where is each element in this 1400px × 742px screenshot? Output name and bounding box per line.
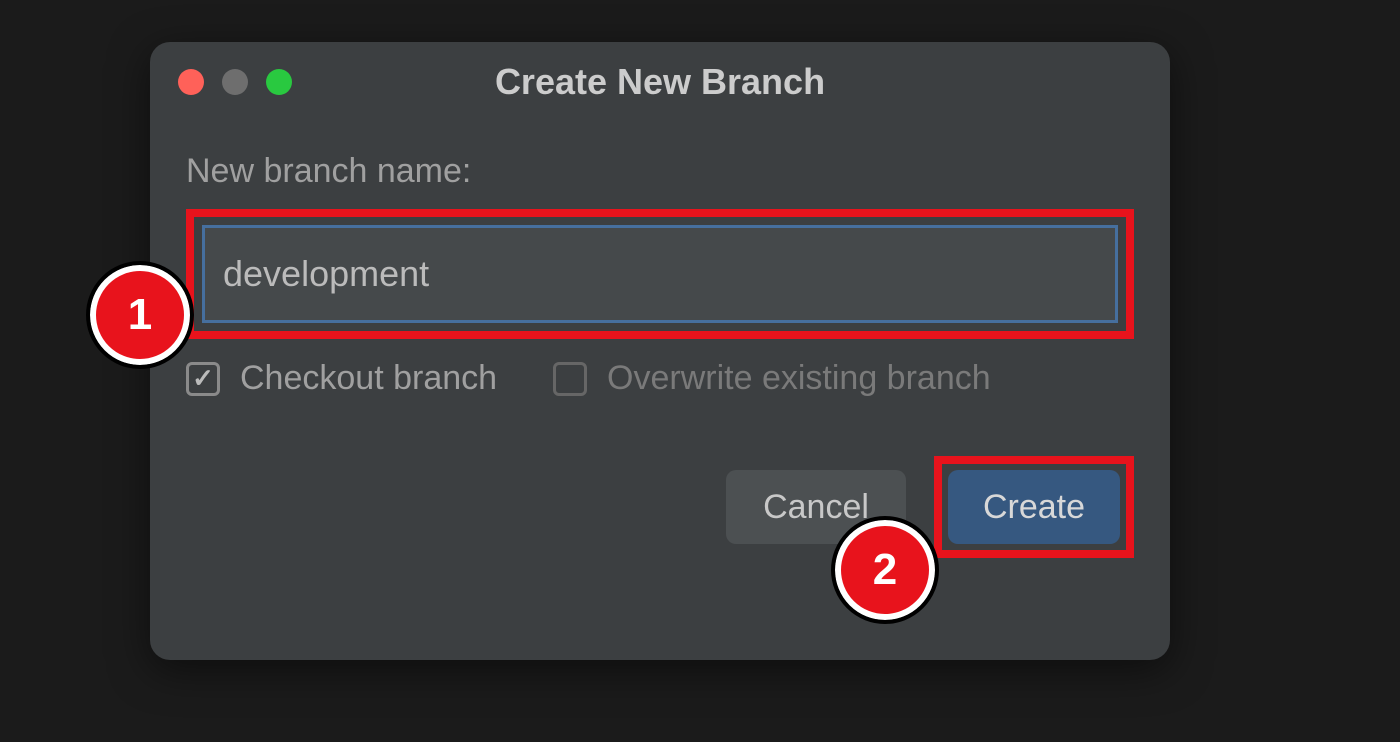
dialog-titlebar: Create New Branch <box>150 42 1170 122</box>
create-button[interactable]: Create <box>948 470 1120 544</box>
checkout-branch-label: Checkout branch <box>240 359 497 398</box>
checkbox-row: Checkout branch Overwrite existing branc… <box>186 359 1134 398</box>
dialog-button-row: Cancel Create <box>186 456 1134 558</box>
checkout-branch-checkbox[interactable] <box>186 362 220 396</box>
overwrite-branch-label: Overwrite existing branch <box>607 359 991 398</box>
branch-name-label: New branch name: <box>186 152 1134 191</box>
window-minimize-button[interactable] <box>222 69 248 95</box>
branch-name-input[interactable] <box>202 225 1118 323</box>
window-maximize-button[interactable] <box>266 69 292 95</box>
window-controls <box>178 69 292 95</box>
overwrite-branch-checkbox[interactable] <box>553 362 587 396</box>
dialog-title: Create New Branch <box>495 61 825 103</box>
annotation-badge-2: 2 <box>835 520 935 620</box>
annotation-highlight-1 <box>186 209 1134 339</box>
window-close-button[interactable] <box>178 69 204 95</box>
annotation-badge-1: 1 <box>90 265 190 365</box>
annotation-highlight-2: Create <box>934 456 1134 558</box>
create-branch-dialog: Create New Branch New branch name: Check… <box>150 42 1170 660</box>
dialog-body: New branch name: Checkout branch Overwri… <box>150 122 1170 588</box>
